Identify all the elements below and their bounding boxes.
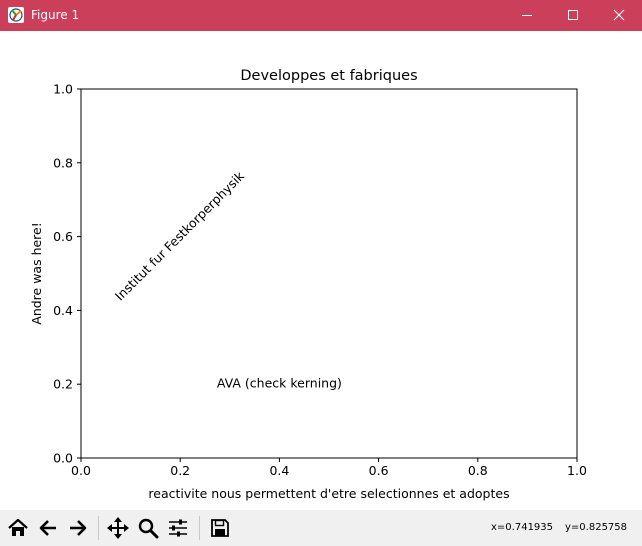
figure-canvas[interactable]: Developpes et fabriques 0.0 0.2 0.4 0.6 0.8 1…	[1, 31, 641, 510]
back-arrow-icon	[37, 517, 59, 539]
navigation-toolbar: x=0.741935 y=0.825758	[0, 510, 642, 546]
cursor-y-readout: y=0.825758	[565, 522, 628, 533]
x-tick-label: 0.6	[369, 463, 389, 478]
forward-arrow-icon	[67, 517, 89, 539]
y-axis-ticks: 0.0 0.2 0.4 0.6 0.8 1.0	[53, 82, 81, 466]
pan-move-icon	[106, 516, 130, 540]
chart-svg: Developpes et fabriques 0.0 0.2 0.4 0.6 0.8 1…	[29, 68, 587, 501]
configure-subplots-button[interactable]	[164, 514, 192, 542]
window-title: Figure 1	[31, 8, 80, 22]
plot-area	[80, 88, 578, 459]
home-icon	[7, 517, 29, 539]
maximize-button[interactable]	[550, 0, 596, 31]
forward-button[interactable]	[64, 514, 92, 542]
minimize-button[interactable]	[504, 0, 550, 31]
x-axis-ticks: 0.0 0.2 0.4 0.6 0.8 1.0	[71, 458, 587, 478]
x-tick-label: 0.8	[468, 463, 488, 478]
x-axis-label: reactivite nous permettent d'etre select…	[148, 486, 509, 501]
save-button[interactable]	[206, 514, 234, 542]
close-icon	[613, 6, 625, 25]
annotation-text: AVA (check kerning)	[217, 376, 342, 391]
toolbar-separator	[98, 516, 99, 540]
maximize-icon	[567, 6, 579, 25]
matplotlib-figure-icon	[7, 6, 25, 24]
cursor-x-readout: x=0.741935	[491, 522, 554, 533]
save-floppy-icon	[209, 517, 231, 539]
y-axis-label: Andre was here!	[29, 222, 44, 324]
zoom-magnifier-icon	[137, 517, 159, 539]
x-tick-label: 0.2	[170, 463, 190, 478]
y-tick-label: 0.6	[53, 229, 73, 244]
window-titlebar: Figure 1	[0, 0, 642, 31]
x-tick-label: 0.0	[71, 463, 91, 478]
y-tick-label: 0.4	[53, 303, 73, 318]
y-tick-label: 0.8	[53, 155, 73, 170]
x-tick-label: 0.4	[269, 463, 289, 478]
home-button[interactable]	[4, 514, 32, 542]
close-button[interactable]	[596, 0, 642, 31]
configure-subplots-icon	[167, 517, 189, 539]
toolbar-separator	[199, 516, 200, 540]
y-tick-label: 1.0	[53, 82, 73, 97]
x-tick-label: 1.0	[567, 463, 587, 478]
y-tick-label: 0.2	[53, 377, 73, 392]
pan-button[interactable]	[104, 514, 132, 542]
zoom-button[interactable]	[134, 514, 162, 542]
minimize-icon	[521, 6, 533, 25]
chart-title: Developpes et fabriques	[240, 68, 417, 84]
y-tick-label: 0.0	[53, 451, 73, 466]
back-button[interactable]	[34, 514, 62, 542]
